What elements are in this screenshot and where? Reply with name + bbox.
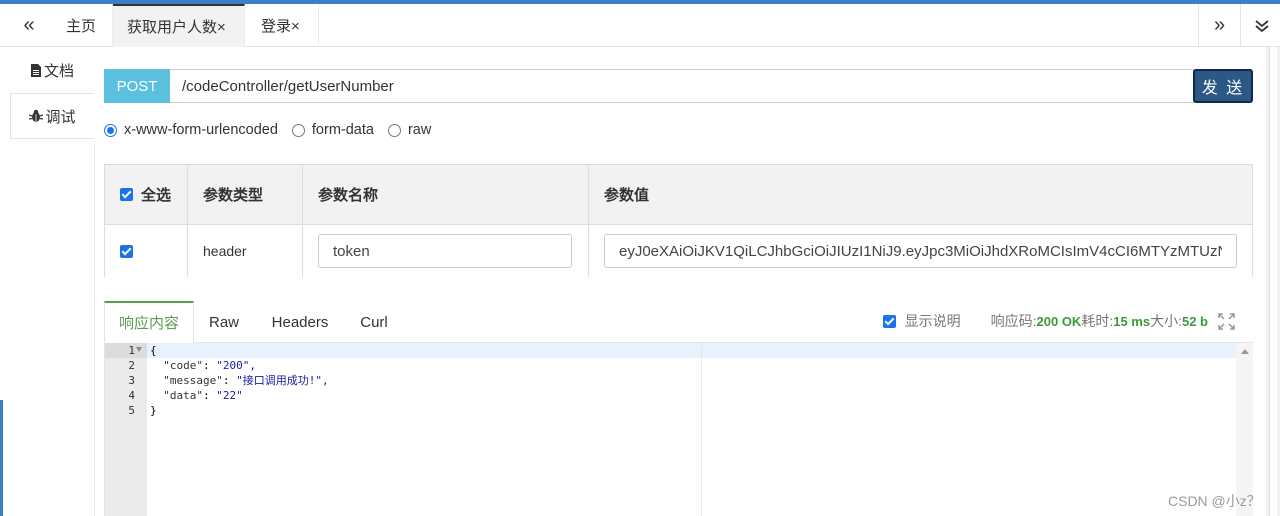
double-chevron-down-icon <box>1254 19 1269 32</box>
tabs-scroll-right-button[interactable]: » <box>1198 4 1240 47</box>
size-label: 大小: <box>1150 313 1182 329</box>
radio-button[interactable] <box>104 123 117 137</box>
select-all-cell[interactable]: 全选 <box>105 165 188 224</box>
tab-home[interactable]: 主页 <box>50 4 113 47</box>
select-all-checkbox[interactable] <box>120 188 133 201</box>
status-code-value: 200 OK <box>1036 313 1082 329</box>
select-all-label: 全选 <box>141 187 172 204</box>
file-icon <box>30 63 41 77</box>
code-line: } <box>147 403 1237 418</box>
scrollbar-thumb[interactable] <box>1269 47 1277 516</box>
tab-response-content[interactable]: 响应内容 <box>104 301 194 343</box>
param-value-cell <box>589 225 1252 277</box>
radio-button[interactable] <box>291 123 305 137</box>
watermark: CSDN @小z？ <box>1168 493 1261 509</box>
radio-label: x-www-form-urlencoded <box>124 122 278 138</box>
tabs-scroll-left-button[interactable]: « <box>8 4 50 47</box>
sidebar-item-label: 调试 <box>45 108 76 126</box>
code-line: { <box>147 343 1237 358</box>
param-name-cell <box>303 225 589 277</box>
line-number: 2 <box>128 359 135 372</box>
code-text: } <box>150 404 157 417</box>
json-key: "message" <box>163 374 223 387</box>
tab-bar: « 主页 获取用户人数× 登录× » <box>0 4 1280 47</box>
time-label: 耗时: <box>1081 313 1114 329</box>
tab-get-user-number[interactable]: 获取用户人数× <box>113 4 245 47</box>
tabs-menu-button[interactable] <box>1240 4 1280 47</box>
radio-form-data[interactable]: form-data <box>291 122 374 138</box>
response-code-editor[interactable]: 1 2 3 4 5 { "code": "200", "message": "接… <box>104 343 1253 516</box>
side-edge-accent <box>0 400 3 516</box>
params-table: 全选 参数类型 参数名称 参数值 header <box>104 164 1253 277</box>
body-type-radio-group: x-www-form-urlencoded form-data raw <box>104 120 445 140</box>
code-line: "message": "接口调用成功!", <box>163 374 329 387</box>
json-value: "22" <box>216 389 243 402</box>
column-header-type: 参数类型 <box>188 165 303 224</box>
code-line: "data": "22" <box>163 389 243 402</box>
tab-login[interactable]: 登录× <box>245 4 319 47</box>
json-value: "接口调用成功!", <box>236 374 329 387</box>
radio-raw[interactable]: raw <box>387 122 432 138</box>
radio-x-www-form-urlencoded[interactable]: x-www-form-urlencoded <box>104 122 278 138</box>
code-text: { <box>150 344 157 357</box>
line-number-gutter: 1 2 3 4 5 <box>105 343 147 516</box>
response-status: 显示说明 响应码: 200 OK 耗时: 15 ms 大小: 52 b <box>882 301 1235 341</box>
sidebar-item-docs[interactable]: 文档 <box>10 47 94 93</box>
side-menu: 文档 调试 <box>0 47 95 516</box>
row-check-cell[interactable] <box>105 225 188 277</box>
print-margin-line <box>701 343 702 516</box>
response-tab-bar: 响应内容 Raw Headers Curl 显示说明 响应码: 200 OK 耗… <box>104 301 1253 343</box>
column-header-name: 参数名称 <box>303 165 589 224</box>
param-name-input[interactable] <box>318 234 572 268</box>
bug-icon <box>29 109 44 122</box>
line-number: 4 <box>128 389 135 402</box>
show-desc-checkbox[interactable] <box>882 314 896 328</box>
request-url-input[interactable] <box>170 69 1194 103</box>
size-value: 52 b <box>1181 313 1208 329</box>
status-code-label: 响应码: <box>990 313 1037 329</box>
param-value-input[interactable] <box>604 234 1237 268</box>
column-header-value: 参数值 <box>604 187 650 204</box>
table-row: header <box>105 225 1252 277</box>
json-key: "code" <box>163 359 203 372</box>
line-number: 5 <box>128 404 135 417</box>
scroll-up-arrow-icon[interactable] <box>1241 349 1249 354</box>
sidebar-item-debug[interactable]: 调试 <box>10 93 94 139</box>
code-content[interactable]: { "code": "200", "message": "接口调用成功!", "… <box>147 343 1237 516</box>
radio-button[interactable] <box>387 123 401 137</box>
param-type: header <box>188 225 303 277</box>
row-checkbox[interactable] <box>120 244 133 258</box>
radio-label: form-data <box>311 122 374 138</box>
code-line: "code": "200", <box>163 359 256 372</box>
divider <box>94 140 95 516</box>
tab-headers[interactable]: Headers <box>254 301 346 343</box>
fold-arrow-icon[interactable] <box>136 347 142 352</box>
http-method-badge[interactable]: POST <box>104 69 170 103</box>
page-scrollbar[interactable] <box>1266 47 1280 516</box>
radio-label: raw <box>407 122 432 138</box>
tab-raw[interactable]: Raw <box>194 301 254 343</box>
tab-curl[interactable]: Curl <box>346 301 402 343</box>
table-header: 全选 参数类型 参数名称 参数值 <box>105 165 1252 225</box>
json-key: "data" <box>163 389 203 402</box>
time-value: 15 ms <box>1113 313 1151 329</box>
sidebar-item-label: 文档 <box>43 62 74 80</box>
line-number: 3 <box>128 374 135 387</box>
expand-icon[interactable] <box>1218 312 1235 330</box>
show-desc-label[interactable]: 显示说明 <box>905 311 961 331</box>
json-value: "200", <box>216 359 256 372</box>
send-button[interactable]: 发 送 <box>1193 69 1253 103</box>
